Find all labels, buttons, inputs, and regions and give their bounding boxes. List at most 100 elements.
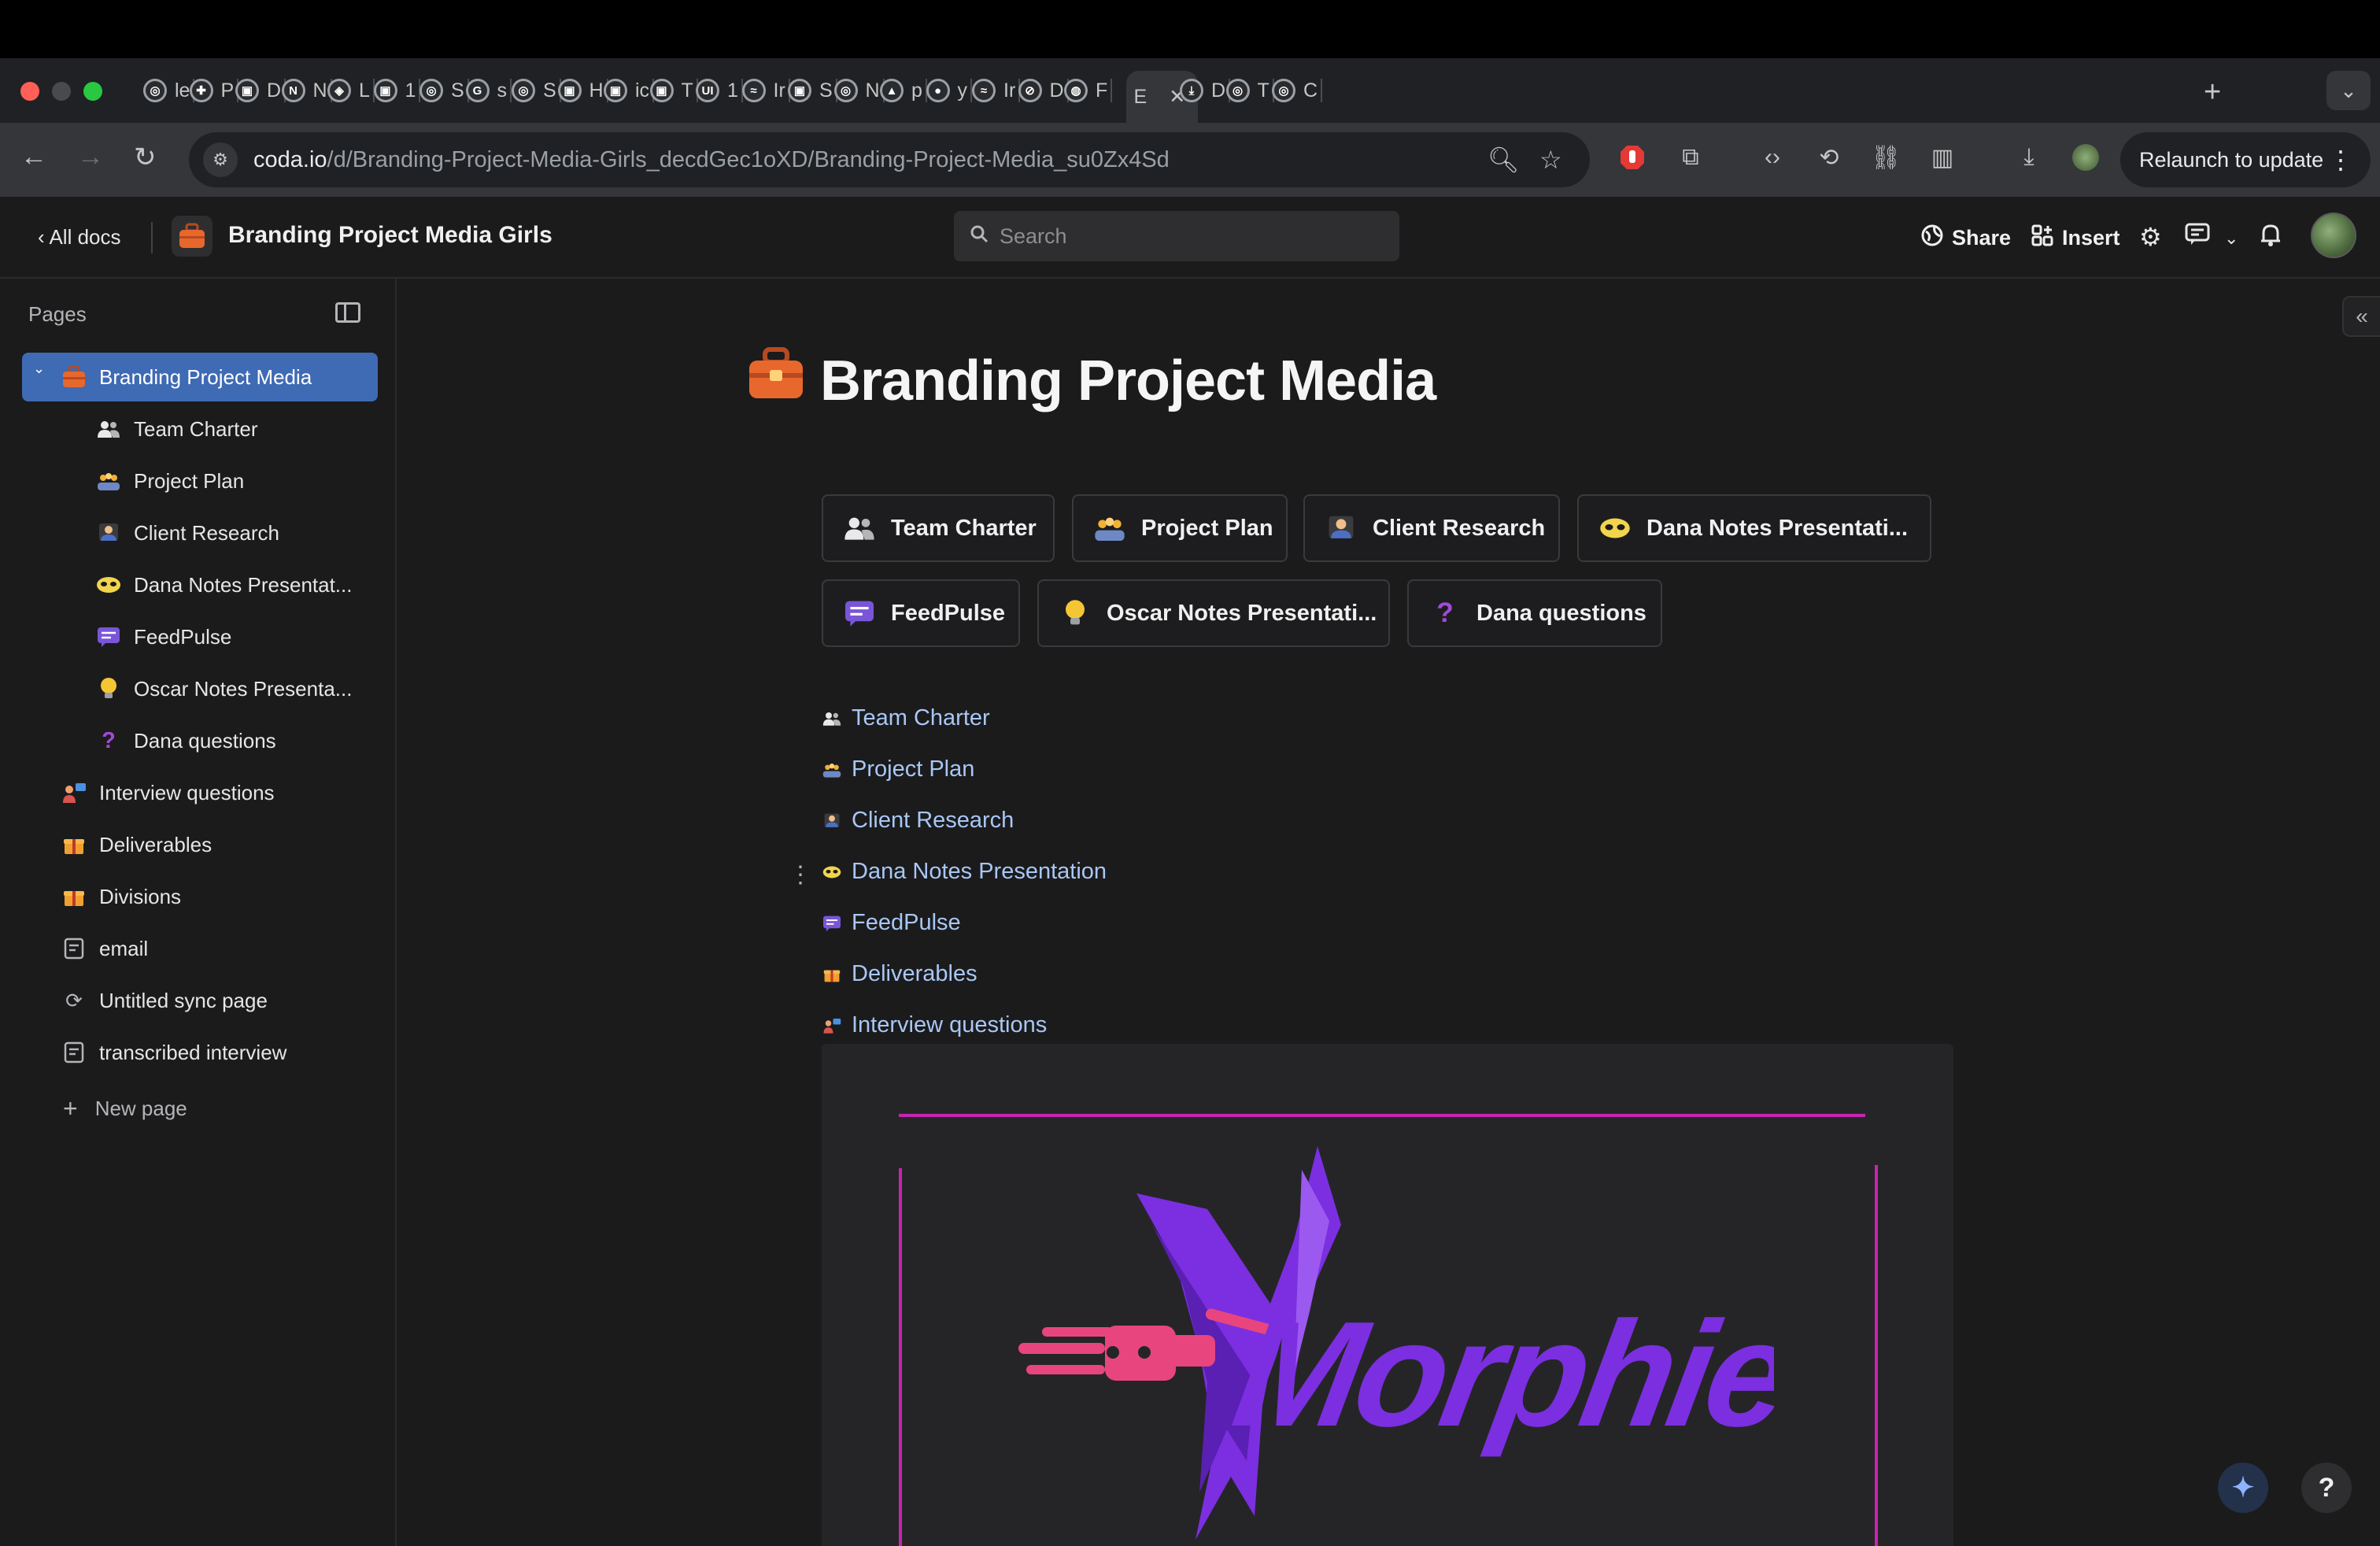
sidebar-toggle-icon[interactable]: [335, 302, 360, 323]
browser-tab[interactable]: ▣ 1: [366, 71, 421, 110]
tab-search-button[interactable]: ⌄: [2326, 71, 2371, 110]
search-input[interactable]: Search: [954, 211, 1399, 261]
url-text[interactable]: coda.io/d/Branding-Project-Media-Girls_d…: [253, 147, 1170, 173]
reload-button[interactable]: ↻: [134, 142, 157, 173]
doc-title[interactable]: Branding Project Media Girls: [228, 222, 552, 249]
page-icon: [60, 934, 88, 963]
relaunch-button[interactable]: Relaunch to update ⋮: [2120, 132, 2371, 187]
close-window-button[interactable]: [20, 82, 39, 101]
browser-tab[interactable]: ≈ Ir: [734, 71, 790, 110]
sidebar-item-dana-questions[interactable]: ? Dana questions: [94, 716, 275, 765]
subpage-card[interactable]: Client Research: [1303, 494, 1560, 562]
help-button[interactable]: ?: [2301, 1463, 2352, 1513]
page-title[interactable]: Branding Project Media: [746, 346, 1436, 415]
frame-line-right: [1875, 1165, 1878, 1546]
researcher-icon: [822, 811, 842, 831]
chevron-down-icon[interactable]: ⌄: [2224, 228, 2238, 249]
browser-tab[interactable]: ▣ T: [642, 71, 698, 110]
subpage-card[interactable]: Project Plan: [1072, 494, 1288, 562]
sidebar-item-interview-questions[interactable]: Interview questions: [60, 768, 275, 817]
zoom-icon[interactable]: 🔍︎: [1488, 145, 1520, 175]
link-icon[interactable]: ⛓: [1871, 143, 1901, 172]
browser-tab[interactable]: ◎ T: [1218, 71, 1274, 110]
new-page-button[interactable]: + New page: [63, 1094, 187, 1123]
browser-tab[interactable]: Gs: [458, 71, 512, 110]
zoom-window-button[interactable]: [83, 82, 102, 101]
back-button[interactable]: ←: [20, 142, 47, 172]
card-label: Team Charter: [891, 515, 1037, 541]
subpage-card[interactable]: Team Charter: [822, 494, 1055, 562]
sidebar-item-label: transcribed interview: [99, 1040, 287, 1064]
ai-sparkle-button[interactable]: ✦: [2218, 1463, 2268, 1513]
reader-mode-icon[interactable]: ▥: [1928, 143, 1957, 172]
sidebar-item-project-plan[interactable]: Project Plan: [94, 457, 244, 505]
briefcase-icon: [60, 363, 88, 391]
user-avatar[interactable]: [2311, 213, 2356, 258]
subpage-card[interactable]: Oscar Notes Presentati...: [1037, 579, 1390, 647]
forward-button[interactable]: →: [77, 142, 104, 172]
new-tab-button[interactable]: +: [2204, 76, 2221, 109]
sidebar-item-client-research[interactable]: Client Research: [94, 509, 279, 557]
block-menu-icon[interactable]: ⋮: [789, 861, 812, 889]
subpage-card[interactable]: ? Dana questions: [1407, 579, 1662, 647]
comments-icon[interactable]: [2185, 222, 2212, 253]
bookmark-star-icon[interactable]: ☆: [1539, 145, 1562, 175]
browser-tab[interactable]: ● y: [918, 71, 972, 110]
browser-tab[interactable]: ▲ p: [872, 71, 927, 110]
page-link[interactable]: Deliverables: [822, 961, 978, 987]
address-bar[interactable]: ⚙ coda.io/d/Branding-Project-Media-Girls…: [189, 132, 1590, 187]
card-label: Client Research: [1373, 515, 1546, 541]
share-label: Share: [1952, 226, 2012, 250]
browser-tab[interactable]: ▣ S: [780, 71, 837, 110]
browser-tab[interactable]: ✚ P: [182, 71, 239, 110]
page-link[interactable]: FeedPulse: [822, 910, 961, 936]
collapse-panel-button[interactable]: «: [2342, 296, 2380, 337]
search-icon: [970, 224, 989, 249]
app-icon: ▣: [604, 79, 627, 102]
all-docs-link[interactable]: ‹ All docs: [38, 225, 121, 250]
sidebar-item-dana-notes-presentat[interactable]: Dana Notes Presentat...: [94, 560, 352, 609]
browser-tab[interactable]: ◎ S: [412, 71, 469, 110]
sidebar-item-branding-project-media[interactable]: ⌄ Branding Project Media: [22, 353, 378, 401]
sidebar-item-feedpulse[interactable]: FeedPulse: [94, 612, 231, 661]
browser-tab[interactable]: ◈ L: [320, 71, 375, 110]
minimize-window-button[interactable]: [52, 82, 71, 101]
page-link[interactable]: Dana Notes Presentation: [822, 859, 1107, 885]
subpage-card[interactable]: Dana Notes Presentati...: [1577, 494, 1931, 562]
page-link[interactable]: Interview questions: [822, 1012, 1047, 1038]
download-icon[interactable]: ⤓: [2015, 143, 2043, 172]
profile-avatar[interactable]: [2071, 143, 2100, 172]
subpage-card[interactable]: FeedPulse: [822, 579, 1020, 647]
page-link[interactable]: Client Research: [822, 808, 1014, 834]
tab-title: F: [1096, 79, 1108, 102]
sidebar-item-label: Branding Project Media: [99, 364, 312, 389]
gear-icon[interactable]: ⚙: [2139, 222, 2162, 252]
code-icon[interactable]: ‹›: [1758, 143, 1787, 172]
page-link[interactable]: Project Plan: [822, 756, 974, 782]
history-icon[interactable]: ⟲: [1815, 143, 1843, 172]
page-link[interactable]: Team Charter: [822, 705, 990, 731]
browser-tab[interactable]: ◍ F: [1056, 71, 1113, 110]
sidebar-item-email[interactable]: email: [60, 924, 148, 973]
browser-tab[interactable]: ◎ C: [1264, 71, 1323, 110]
sidebar-item-divisions[interactable]: Divisions: [60, 872, 181, 921]
briefcase-icon[interactable]: [172, 216, 213, 257]
browser-tab[interactable]: ≈ Ir: [964, 71, 1021, 110]
site-settings-icon[interactable]: ⚙: [203, 142, 238, 177]
chevron-down-icon[interactable]: ⌄: [33, 361, 45, 377]
browser-menu-icon[interactable]: ⋮: [2328, 145, 2353, 175]
page-link-label: FeedPulse: [852, 910, 961, 935]
sidebar-item-deliverables[interactable]: Deliverables: [60, 820, 212, 869]
insert-button[interactable]: Insert: [2031, 224, 2120, 253]
browser-tab[interactable]: ◎ S: [504, 71, 561, 110]
sidebar-item-oscar-notes-presenta[interactable]: Oscar Notes Presenta...: [94, 664, 352, 713]
sidebar-item-team-charter[interactable]: Team Charter: [94, 405, 258, 453]
share-button[interactable]: Share: [1920, 224, 2011, 253]
browser-tab[interactable]: UI 1: [688, 71, 743, 110]
extensions-puzzle-icon[interactable]: ⧉: [1676, 143, 1705, 172]
adblock-extension-icon[interactable]: [1618, 143, 1646, 172]
notification-bell-icon[interactable]: [2259, 222, 2282, 253]
logo-image[interactable]: Morphienn: [822, 1044, 1953, 1546]
sidebar-item-transcribed-interview[interactable]: transcribed interview: [60, 1028, 286, 1077]
sidebar-item-untitled-sync-page[interactable]: ⟳ Untitled sync page: [60, 976, 268, 1025]
